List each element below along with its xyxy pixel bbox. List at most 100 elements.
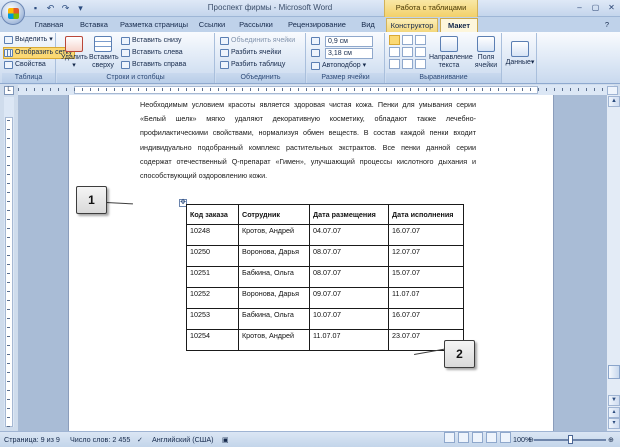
properties-button[interactable]: Свойства	[4, 60, 46, 70]
tab-design[interactable]: Конструктор	[386, 18, 438, 32]
cell-completion-date[interactable]: 16.07.07	[388, 308, 464, 330]
callout-2: 2	[444, 340, 475, 368]
redo-icon[interactable]: ↷	[60, 3, 71, 13]
cell-employee[interactable]: Воронова, Дарья	[238, 245, 310, 267]
header-placement-date[interactable]: Дата размещения	[309, 204, 389, 225]
cell-order-code[interactable]: 10251	[186, 266, 239, 288]
view-web-layout-icon[interactable]	[472, 432, 483, 443]
cell-completion-date[interactable]: 12.07.07	[388, 245, 464, 267]
cell-employee[interactable]: Бабкина, Ольга	[238, 266, 310, 288]
cell-order-code[interactable]: 10252	[186, 287, 239, 309]
align-bottom-center-icon[interactable]	[402, 59, 413, 69]
row-height-input[interactable]: 0,9 см	[325, 36, 373, 47]
office-button[interactable]	[1, 1, 25, 25]
select-button[interactable]: Выделить ▾	[4, 35, 53, 45]
align-top-center-icon[interactable]	[402, 35, 413, 45]
split-table-button[interactable]: Разбить таблицу	[220, 60, 285, 70]
insert-above-button[interactable]: Вставить сверху	[89, 36, 119, 70]
maximize-icon[interactable]: ▢	[589, 2, 602, 13]
body-paragraph[interactable]: Необходимым условием красоты является зд…	[140, 98, 476, 183]
previous-page-icon[interactable]: ▴	[608, 407, 620, 418]
cell-completion-date[interactable]: 11.07.07	[388, 287, 464, 309]
align-middle-left-icon[interactable]	[389, 47, 400, 57]
proofing-icon[interactable]: ✓	[137, 432, 143, 447]
header-employee[interactable]: Сотрудник	[238, 204, 310, 225]
horizontal-ruler[interactable]	[18, 85, 614, 95]
cell-placement-date[interactable]: 09.07.07	[309, 287, 389, 309]
text-direction-button[interactable]: Направление текста	[429, 36, 473, 70]
view-full-screen-icon[interactable]	[458, 432, 469, 443]
cell-placement-date[interactable]: 08.07.07	[309, 266, 389, 288]
tab-references[interactable]: Ссылки	[196, 18, 228, 32]
cell-completion-date[interactable]: 16.07.07	[388, 224, 464, 246]
cell-placement-date[interactable]: 04.07.07	[309, 224, 389, 246]
cell-order-code[interactable]: 10253	[186, 308, 239, 330]
cell-employee[interactable]: Кротов, Андрей	[238, 329, 310, 351]
cell-margins-button[interactable]: Поля ячейки	[472, 36, 500, 70]
minimize-icon[interactable]: –	[573, 2, 586, 13]
column-width-input[interactable]: 3,18 см	[325, 48, 373, 59]
scroll-up-icon[interactable]: ▲	[608, 96, 620, 107]
status-page[interactable]: Страница: 9 из 9	[4, 432, 60, 447]
cell-placement-date[interactable]: 11.07.07	[309, 329, 389, 351]
align-middle-center-icon[interactable]	[402, 47, 413, 57]
split-cells-label: Разбить ячейки	[231, 49, 282, 56]
cell-employee[interactable]: Бабкина, Ольга	[238, 308, 310, 330]
tab-home[interactable]: Главная	[28, 18, 70, 32]
zoom-in-icon[interactable]: ⊕	[608, 432, 614, 447]
align-bottom-right-icon[interactable]	[415, 59, 426, 69]
table-row: 10253 Бабкина, Ольга 10.07.07 16.07.07	[186, 308, 464, 330]
insert-left-button[interactable]: Вставить слева	[121, 48, 183, 58]
help-icon[interactable]: ?	[600, 18, 614, 32]
cell-completion-date[interactable]: 15.07.07	[388, 266, 464, 288]
tab-page-layout[interactable]: Разметка страницы	[118, 18, 190, 32]
tab-view[interactable]: Вид	[356, 18, 380, 32]
cell-employee[interactable]: Воронова, Дарья	[238, 287, 310, 309]
view-outline-icon[interactable]	[486, 432, 497, 443]
tab-mailings[interactable]: Рассылки	[234, 18, 278, 32]
document-page[interactable]: Необходимым условием красоты является зд…	[68, 95, 554, 431]
insert-below-button[interactable]: Вставить снизу	[121, 36, 182, 46]
align-bottom-left-icon[interactable]	[389, 59, 400, 69]
align-top-right-icon[interactable]	[415, 35, 426, 45]
merge-cells-button[interactable]: Объединить ячейки	[220, 36, 295, 46]
scroll-down-icon[interactable]: ▼	[608, 395, 620, 406]
view-draft-icon[interactable]	[500, 432, 511, 443]
status-word-count[interactable]: Число слов: 2 455	[70, 432, 130, 447]
ruler-toggle-icon[interactable]	[607, 86, 618, 95]
scroll-thumb[interactable]	[608, 365, 620, 379]
zoom-slider-thumb[interactable]	[568, 435, 573, 444]
insert-left-label: Вставить слева	[132, 49, 183, 56]
tab-layout[interactable]: Макет	[440, 18, 478, 32]
cell-order-code[interactable]: 10254	[186, 329, 239, 351]
cell-order-code[interactable]: 10250	[186, 245, 239, 267]
undo-icon[interactable]: ↶	[45, 3, 56, 13]
status-language[interactable]: Английский (США)	[152, 432, 214, 447]
tab-review[interactable]: Рецензирование	[284, 18, 350, 32]
autofit-button[interactable]: Автоподбор ▾	[311, 61, 366, 71]
header-order-code[interactable]: Код заказа	[186, 204, 239, 225]
insert-right-button[interactable]: Вставить справа	[121, 60, 186, 70]
align-top-left-icon[interactable]	[389, 35, 400, 45]
cell-employee[interactable]: Кротов, Андрей	[238, 224, 310, 246]
data-button[interactable]: Данные▾	[505, 41, 535, 67]
delete-button[interactable]: Удалить ▾	[61, 36, 88, 70]
macro-record-icon[interactable]: ▣	[222, 432, 229, 447]
orders-table[interactable]: Код заказа Сотрудник Дата размещения Дат…	[186, 204, 464, 351]
close-icon[interactable]: ✕	[605, 2, 618, 13]
cell-order-code[interactable]: 10248	[186, 224, 239, 246]
next-page-icon[interactable]: ▾	[608, 418, 620, 429]
tab-insert[interactable]: Вставка	[74, 18, 114, 32]
vertical-ruler[interactable]	[4, 97, 14, 427]
header-completion-date[interactable]: Дата исполнения	[388, 204, 464, 225]
tab-stop-selector[interactable]: L	[4, 86, 14, 95]
save-icon[interactable]: ▪	[30, 3, 41, 13]
cell-placement-date[interactable]: 10.07.07	[309, 308, 389, 330]
cell-placement-date[interactable]: 08.07.07	[309, 245, 389, 267]
view-print-layout-icon[interactable]	[444, 432, 455, 443]
vruler-ticks	[7, 117, 10, 427]
align-middle-right-icon[interactable]	[415, 47, 426, 57]
split-cells-button[interactable]: Разбить ячейки	[220, 48, 281, 58]
vertical-scrollbar[interactable]: ▲ ▼ ▴ ▾	[606, 95, 620, 431]
qat-customize-icon[interactable]: ▾	[75, 3, 86, 13]
